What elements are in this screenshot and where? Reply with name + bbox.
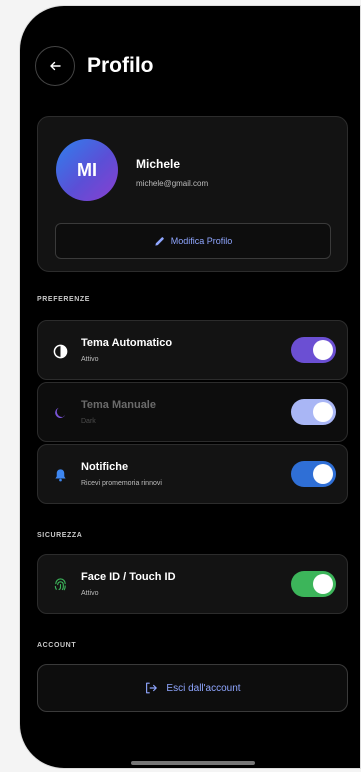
toggle-knob bbox=[313, 402, 333, 422]
profile-card: MI Michele michele@gmail.com Modifica Pr… bbox=[37, 116, 348, 272]
logout-button[interactable]: Esci dall'account bbox=[37, 664, 348, 712]
page-title: Profilo bbox=[87, 54, 154, 77]
auto-theme-title: Tema Automatico bbox=[81, 337, 173, 349]
row-manual-theme[interactable]: Tema Manuale Dark bbox=[37, 382, 348, 442]
section-security: SICUREZZA bbox=[37, 532, 83, 539]
section-preferences: PREFERENZE bbox=[37, 296, 91, 303]
phone-screen: Profilo MI Michele michele@gmail.com Mod… bbox=[20, 6, 360, 768]
auto-theme-toggle[interactable] bbox=[291, 337, 336, 363]
row-face-id[interactable]: Face ID / Touch ID Attivo bbox=[37, 554, 348, 614]
logout-icon bbox=[146, 682, 158, 694]
notifications-toggle[interactable] bbox=[291, 461, 336, 487]
edit-profile-button[interactable]: Modifica Profilo bbox=[55, 223, 331, 259]
edit-profile-label: Modifica Profilo bbox=[170, 236, 233, 246]
fingerprint-icon bbox=[52, 577, 68, 593]
arrow-left-icon bbox=[50, 61, 61, 71]
manual-theme-subtitle: Dark bbox=[81, 418, 96, 425]
pencil-icon bbox=[155, 236, 164, 246]
section-account: ACCOUNT bbox=[37, 642, 77, 649]
user-name: Michele bbox=[136, 157, 181, 171]
home-indicator bbox=[131, 761, 255, 765]
face-id-toggle[interactable] bbox=[291, 571, 336, 597]
toggle-knob bbox=[313, 340, 333, 360]
moon-icon bbox=[52, 405, 68, 421]
header: Profilo bbox=[35, 46, 154, 86]
auto-theme-subtitle: Attivo bbox=[81, 356, 99, 363]
contrast-icon bbox=[52, 343, 68, 359]
toggle-knob bbox=[313, 464, 333, 484]
notifications-title: Notifiche bbox=[81, 461, 129, 473]
notifications-subtitle: Ricevi promemoria rinnovi bbox=[81, 480, 162, 487]
bell-icon bbox=[52, 467, 68, 483]
logout-label: Esci dall'account bbox=[166, 682, 241, 694]
face-id-title: Face ID / Touch ID bbox=[81, 571, 176, 583]
toggle-knob bbox=[313, 574, 333, 594]
user-email: michele@gmail.com bbox=[136, 179, 209, 188]
row-auto-theme[interactable]: Tema Automatico Attivo bbox=[37, 320, 348, 380]
row-notifications[interactable]: Notifiche Ricevi promemoria rinnovi bbox=[37, 444, 348, 504]
back-button[interactable] bbox=[35, 46, 75, 86]
manual-theme-title: Tema Manuale bbox=[81, 399, 156, 411]
manual-theme-toggle[interactable] bbox=[291, 399, 336, 425]
avatar: MI bbox=[56, 139, 118, 201]
face-id-subtitle: Attivo bbox=[81, 590, 99, 597]
